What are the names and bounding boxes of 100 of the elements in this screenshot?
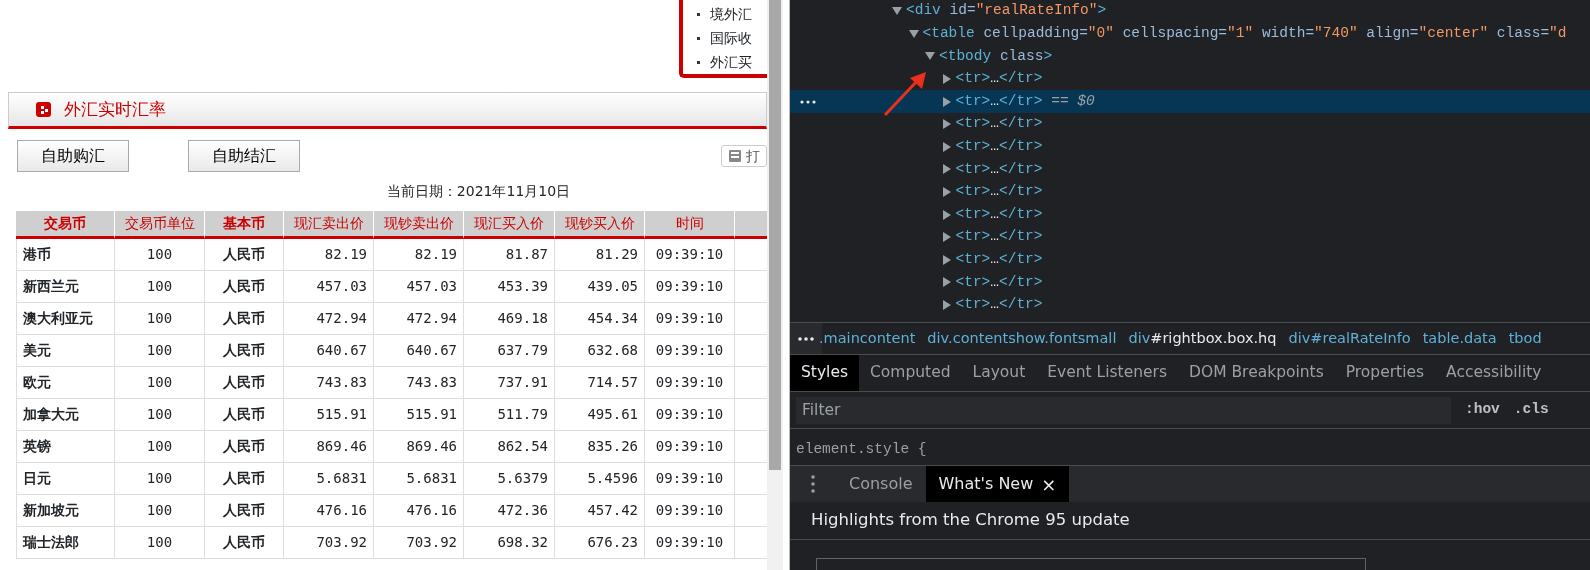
expand-toggle-icon[interactable] [942, 96, 951, 107]
table-cell: 457.42 [555, 495, 645, 527]
expand-toggle-icon[interactable] [942, 254, 951, 265]
breadcrumb[interactable]: tbod [1508, 327, 1542, 350]
table-cell: 454.34 [555, 303, 645, 335]
table-cell: 5.6379 [464, 463, 555, 495]
column-header: 现钞卖出价 [374, 211, 464, 239]
panel-tab[interactable]: Accessibility [1435, 355, 1553, 391]
table-cell: 新西兰元 [16, 271, 115, 303]
panel-tab[interactable]: Styles [790, 355, 859, 391]
expand-toggle-icon[interactable] [942, 119, 951, 130]
table-cell: 457.03 [374, 271, 464, 303]
table-cell: 09:39:10 [645, 463, 735, 495]
notice-link[interactable]: 境外汇 [710, 3, 752, 25]
more-icon[interactable] [800, 99, 816, 104]
expand-toggle-icon[interactable] [892, 7, 902, 16]
expand-toggle-icon[interactable] [942, 209, 951, 220]
panel-tab[interactable]: Properties [1334, 355, 1436, 391]
bullet-icon [697, 12, 700, 16]
table-cell: 100 [115, 303, 205, 335]
panel-tab[interactable]: Computed [859, 355, 962, 391]
dom-node[interactable]: <tr>…</tr> [790, 158, 1590, 181]
dom-node[interactable]: <tr>…</tr> == $0 [790, 90, 1590, 113]
dom-node[interactable]: <tbody class> [790, 45, 1590, 68]
dom-node[interactable]: <tr>…</tr> [790, 271, 1590, 294]
panel-tab[interactable]: DOM Breakpoints [1178, 355, 1335, 391]
style-rule: element.style { [795, 440, 928, 459]
table-cell: 698.32 [464, 527, 555, 559]
toggle-button[interactable]: :hov [1465, 399, 1500, 421]
table-cell: 100 [115, 367, 205, 399]
notice-link[interactable]: 国际收 [710, 27, 752, 49]
column-header: 交易币 [16, 211, 115, 239]
dom-node[interactable]: <tr>…</tr> [790, 203, 1590, 226]
table-cell: 日元 [16, 463, 115, 495]
dom-node[interactable]: <tr>…</tr> [790, 180, 1590, 204]
breadcrumb[interactable]: .maincontent [819, 327, 916, 350]
column-header: 交易币单位 [115, 211, 205, 239]
table-cell: 81.29 [555, 239, 645, 271]
dom-node[interactable]: <div id="realRateInfo"> [790, 0, 1590, 23]
table-cell: 100 [115, 431, 205, 463]
table-cell: 453.39 [464, 271, 555, 303]
print-button[interactable]: 打 [721, 145, 767, 167]
table-cell: 515.91 [374, 399, 464, 431]
action-button[interactable]: 自助购汇 [17, 140, 129, 172]
table-cell: 472.36 [464, 495, 555, 527]
table-cell: 476.16 [374, 495, 464, 527]
table-cell: 632.68 [555, 335, 645, 367]
table-cell: 495.61 [555, 399, 645, 431]
breadcrumb[interactable]: div#realRateInfo [1288, 327, 1411, 350]
table-cell: 09:39:10 [645, 527, 735, 559]
table-cell: 09:39:10 [645, 239, 735, 271]
drawer-tab[interactable]: What's New × [925, 466, 1070, 502]
dom-node[interactable]: <tr>…</tr> [790, 135, 1590, 159]
expand-toggle-icon[interactable] [942, 141, 951, 152]
table-cell: 5.6831 [374, 463, 464, 495]
filter-field[interactable]: Filter [796, 396, 1451, 424]
table-cell: 欧元 [16, 367, 115, 399]
table-cell: 5.6831 [284, 463, 374, 495]
breadcrumb[interactable]: div#rightbox.box.hq [1128, 327, 1277, 350]
table-cell: 09:39:10 [645, 399, 735, 431]
drawer-heading: Highlights from the Chrome 95 update [790, 502, 1590, 540]
dom-node[interactable]: <tr>…</tr> [790, 112, 1590, 136]
table-cell: 439.05 [555, 271, 645, 303]
table-cell: 869.46 [284, 431, 374, 463]
expand-toggle-icon[interactable] [942, 232, 951, 243]
dom-node[interactable]: <tr>…</tr> [790, 293, 1590, 317]
table-cell: 英镑 [16, 431, 115, 463]
notice-link[interactable]: 外汇买 [710, 51, 752, 73]
expand-toggle-icon[interactable] [908, 29, 919, 38]
breadcrumb[interactable]: table.data [1422, 327, 1497, 350]
panel-tab[interactable]: Event Listeners [1036, 355, 1179, 391]
expand-toggle-icon[interactable] [942, 300, 951, 310]
dom-node[interactable]: <tr>…</tr> [790, 225, 1590, 249]
scrollbar[interactable] [767, 0, 783, 570]
column-header: 现汇买入价 [464, 211, 555, 239]
column-header: 时间 [645, 211, 735, 239]
panel-tab[interactable]: Layout [961, 355, 1037, 391]
breadcrumb[interactable]: div.contentshow.fontsmall [927, 327, 1117, 350]
expand-toggle-icon[interactable] [942, 187, 951, 198]
table-cell: 743.83 [284, 367, 374, 399]
table-cell: 09:39:10 [645, 367, 735, 399]
scrollbar-thumb[interactable] [769, 0, 781, 470]
table-cell: 100 [115, 239, 205, 271]
table-cell: 640.67 [374, 335, 464, 367]
expand-toggle-icon[interactable] [925, 52, 935, 61]
expand-toggle-icon[interactable] [942, 164, 951, 175]
dom-node[interactable]: <table cellpadding="0" cellspacing="1" width="740" align="center" class="d [790, 22, 1590, 46]
action-button[interactable]: 自助结汇 [188, 140, 300, 172]
bullet-icon [697, 36, 700, 40]
more-icon[interactable] [790, 323, 822, 354]
toggle-button[interactable]: .cls [1513, 399, 1549, 421]
table-cell: 100 [115, 335, 205, 367]
column-header: 现汇卖出价 [284, 211, 374, 239]
table-cell: 637.79 [464, 335, 555, 367]
drawer-tab[interactable]: Console [836, 466, 926, 502]
dom-node[interactable]: <tr>…</tr> [790, 248, 1590, 272]
table-cell: 澳大利亚元 [16, 303, 115, 335]
close-button[interactable]: × [1041, 470, 1057, 498]
table-cell: 100 [115, 527, 205, 559]
expand-toggle-icon[interactable] [942, 277, 951, 288]
